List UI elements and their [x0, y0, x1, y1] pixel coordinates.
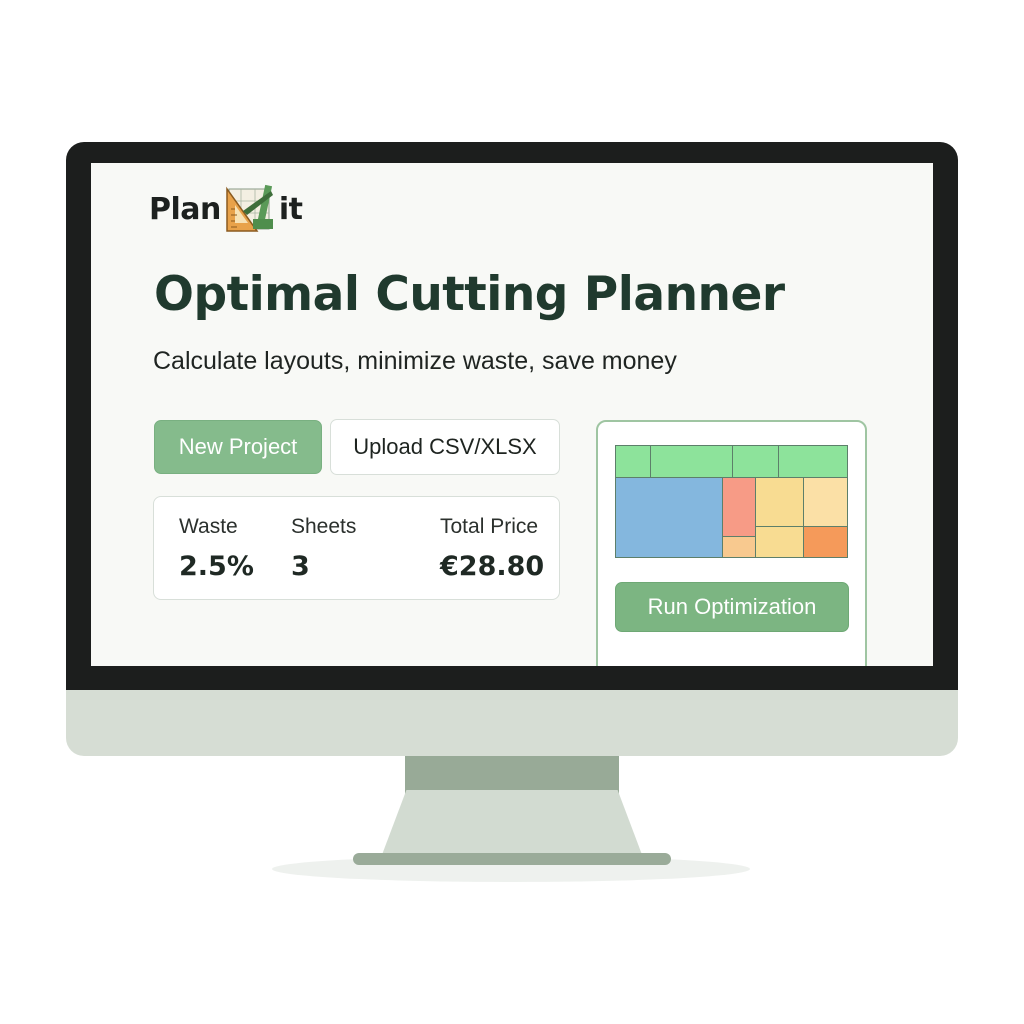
- monitor-stand-base: [353, 853, 671, 865]
- layout-piece: [722, 536, 756, 558]
- app-screen: Plan it Optimal Cutting Planner Calculat…: [91, 163, 933, 666]
- upload-csv-button[interactable]: Upload CSV/XLSX: [330, 419, 560, 475]
- layout-piece: [803, 477, 848, 527]
- stat-sheets: Sheets 3: [291, 515, 356, 582]
- stat-waste: Waste 2.5%: [179, 515, 254, 582]
- logo-text-suffix: it: [278, 191, 303, 227]
- layout-piece: [615, 477, 723, 558]
- page-subtitle: Calculate layouts, minimize waste, save …: [153, 347, 677, 375]
- new-project-button[interactable]: New Project: [154, 420, 322, 474]
- stat-value: 2.5%: [179, 551, 254, 582]
- monitor-stand: [380, 790, 644, 860]
- plan-it-ruler-logo-icon: [226, 184, 273, 232]
- stat-label: Sheets: [291, 515, 357, 538]
- logo-text-prefix: Plan: [149, 191, 221, 227]
- layout-piece: [615, 445, 651, 478]
- stat-value: 3: [291, 551, 310, 582]
- cutting-layout-preview: [615, 445, 848, 558]
- stat-label: Total Price: [440, 515, 539, 538]
- layout-piece: [803, 526, 848, 558]
- monitor-chin: [66, 690, 958, 756]
- layout-piece: [650, 445, 733, 478]
- app-logo[interactable]: Plan it: [149, 181, 303, 237]
- layout-piece: [778, 445, 848, 478]
- layout-piece: [755, 526, 804, 558]
- layout-piece: [722, 477, 756, 537]
- layout-piece: [755, 477, 804, 527]
- layout-piece: [732, 445, 779, 478]
- run-optimization-button[interactable]: Run Optimization: [615, 582, 849, 632]
- stats-card: Waste 2.5% Sheets 3 Total Price €28.80: [153, 496, 560, 600]
- stat-value: €28.80: [440, 551, 545, 582]
- stat-label: Waste: [179, 515, 238, 538]
- stat-total-price: Total Price €28.80: [440, 515, 544, 582]
- layout-preview-card: Run Optimization: [596, 420, 867, 666]
- page-title: Optimal Cutting Planner: [154, 267, 785, 322]
